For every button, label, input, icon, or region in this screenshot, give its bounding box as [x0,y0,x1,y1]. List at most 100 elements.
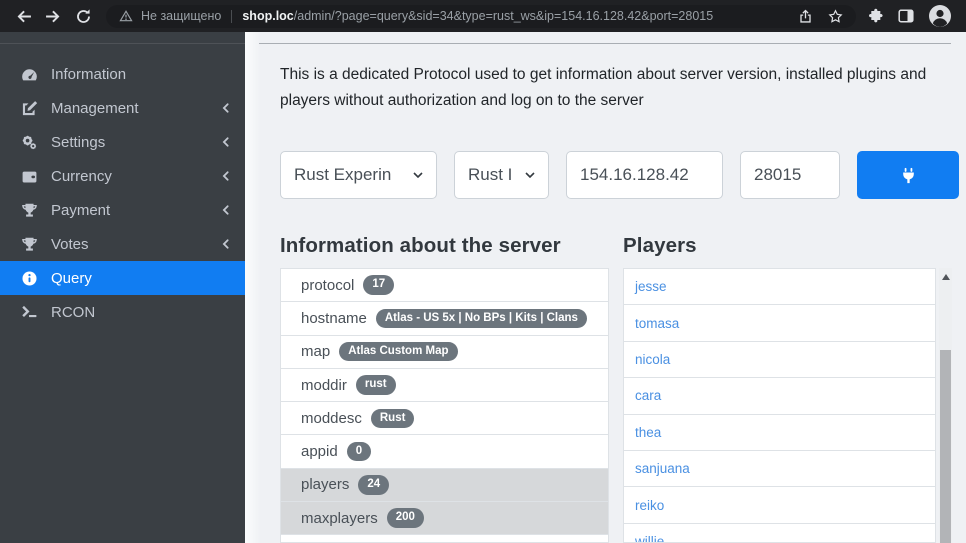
terminal-icon [18,304,40,321]
back-icon[interactable] [10,3,36,29]
info-value-badge: 200 [386,508,424,528]
player-link[interactable]: sanjuana [635,461,690,476]
port-input[interactable] [740,151,840,199]
sidebar: Information Management Settings Currency Pay… [0,32,245,543]
game-select[interactable]: Rust Experin [280,151,437,199]
plug-icon [902,167,914,183]
main-content: This is a dedicated Protocol used to get… [245,32,966,543]
server-info-section: Information about the server protocol 17 h… [280,234,609,543]
sidebar-item-payment[interactable]: Payment [0,193,245,227]
sidebar-menu: Information Management Settings Currency Pay… [0,57,245,329]
sidebar-item-query[interactable]: Query [0,261,245,295]
player-link[interactable]: thea [635,425,661,440]
ip-input[interactable] [566,151,723,199]
divider [231,9,233,23]
info-value-badge: rust [355,375,396,395]
info-value-badge: Rust [370,408,415,429]
url-path: /admin/?page=query&sid=34&type=rust_ws&i… [293,9,714,23]
trophy-icon [18,202,40,219]
sidebar-item-label: Settings [51,133,106,151]
player-link[interactable]: tomasa [635,316,679,331]
server-info-list: protocol 17 hostname Atlas - US 5x | No BPs… [280,268,609,543]
chevron-down-icon [525,172,535,178]
server-info-row: players 24 [281,468,608,503]
page: { "browser": { "security_label": "Не защ… [0,0,966,543]
type-select[interactable]: Rust I [454,151,549,199]
server-info-row: appid 0 [281,435,608,469]
sidebar-item-currency[interactable]: Currency [0,159,245,193]
sidebar-item-label: Management [51,99,139,117]
url-host: shop.loc [242,9,294,23]
scrollbar-up-arrow-icon[interactable] [939,268,952,285]
sidebar-item-label: Information [51,65,127,83]
player-link[interactable]: nicola [635,352,670,367]
gears-icon [18,134,40,151]
sidebar-item-label: RCON [51,303,96,321]
address-bar[interactable]: Не защищено shop.loc /admin/?page=query&… [106,4,856,28]
info-icon [18,270,40,287]
chevron-left-icon [221,204,231,216]
players-title: Players [623,234,697,257]
browser-toolbar: Не защищено shop.loc /admin/?page=query&… [0,0,966,32]
player-row: thea [624,415,935,451]
horizontal-rule [259,43,951,44]
wallet-icon [18,168,40,185]
player-row: jesse [624,269,935,306]
side-panel-icon[interactable] [898,8,914,24]
profile-avatar[interactable] [928,4,952,28]
info-key: appid [301,443,338,461]
sidebar-item-label: Payment [51,201,111,219]
players-list: jesse tomasa nicola cara thea sanjuana reiko wi… [623,268,936,543]
sidebar-item-label: Votes [51,235,89,253]
trophy-icon [18,236,40,253]
page-description: This is a dedicated Protocol used to get… [280,66,927,109]
info-value-badge: 17 [363,275,395,295]
info-value-badge: 24 [358,475,390,495]
info-key: protocol [301,276,355,294]
reload-icon[interactable] [70,3,96,29]
query-form: Rust Experin Rust I [280,151,959,199]
player-link[interactable]: cara [635,388,661,403]
player-row: cara [624,378,935,415]
info-value-badge: Atlas - US 5x | No BPs | Kits | Clans [375,308,587,329]
bookmark-star-icon[interactable] [828,8,843,24]
share-icon[interactable] [798,9,813,24]
sidebar-item-settings[interactable]: Settings [0,125,245,159]
info-key: map [301,343,331,361]
sidebar-item-rcon[interactable]: RCON [0,295,245,329]
edit-icon [18,100,40,117]
connect-button[interactable] [857,151,959,199]
sidebar-item-management[interactable]: Management [0,91,245,125]
server-info-row [281,535,608,542]
game-select-value: Rust Experin [294,165,392,184]
sidebar-item-information[interactable]: Information [0,57,245,91]
player-link[interactable]: jesse [635,279,667,294]
info-value-badge: Atlas Custom Map [339,341,458,362]
server-info-row: maxplayers 200 [281,502,608,536]
player-link[interactable]: willie [635,534,664,542]
tachometer-icon [18,66,40,83]
player-row: reiko [624,487,935,524]
server-info-row: map Atlas Custom Map [281,335,608,369]
sidebar-item-votes[interactable]: Votes [0,227,245,261]
info-key: players [301,476,350,494]
chevron-down-icon [413,172,423,178]
info-value-badge: 0 [346,441,372,462]
player-row: sanjuana [624,451,935,488]
info-key: moddesc [301,409,362,427]
server-info-row: moddesc Rust [281,402,608,436]
chevron-left-icon [221,238,231,250]
extensions-puzzle-icon[interactable] [868,8,884,24]
info-key: moddir [301,376,347,394]
server-info-row: hostname Atlas - US 5x | No BPs | Kits | … [281,302,608,336]
players-scrollbar[interactable] [939,268,952,543]
player-row: tomasa [624,305,935,342]
chevron-left-icon [221,102,231,114]
player-link[interactable]: reiko [635,498,664,513]
security-label[interactable]: Не защищено [141,9,221,23]
scrollbar-thumb[interactable] [940,350,951,543]
info-key: hostname [301,309,367,327]
sidebar-item-label: Query [51,269,92,287]
forward-icon[interactable] [40,3,66,29]
server-info-row: moddir rust [281,368,608,403]
